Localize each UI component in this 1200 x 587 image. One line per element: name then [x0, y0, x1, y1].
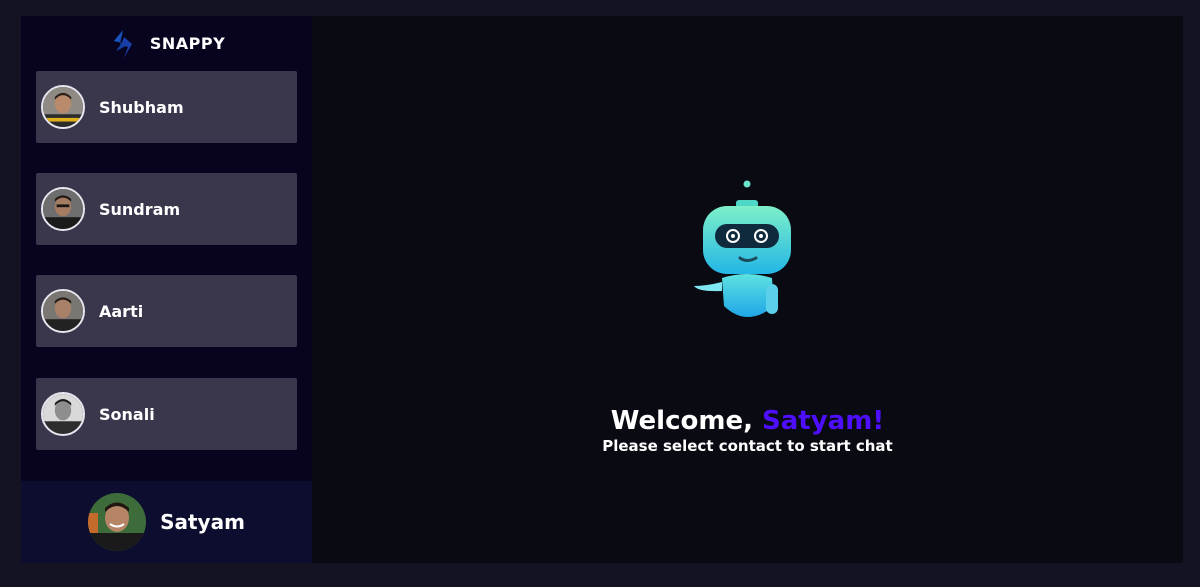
current-user: Satyam [21, 481, 312, 563]
welcome-subtitle: Please select contact to start chat [602, 437, 893, 455]
contact-item-sundram[interactable]: Sundram [36, 173, 297, 245]
snappy-logo-icon [113, 29, 132, 58]
avatar [41, 392, 85, 436]
avatar [41, 85, 85, 129]
robot-icon [694, 180, 791, 317]
current-user-name: Satyam [160, 510, 245, 534]
contact-item-sonali[interactable]: Sonali [36, 378, 297, 450]
contacts-sidebar: SNAPPY Shubham Sundram Aarti Sonali Saty… [21, 16, 312, 563]
brand: SNAPPY [21, 16, 312, 71]
contact-name: Aarti [99, 301, 144, 321]
contact-item-shubham[interactable]: Shubham [36, 71, 297, 143]
avatar-icon [43, 291, 83, 331]
contact-item-aarti[interactable]: Aarti [36, 275, 297, 347]
welcome-prefix: Welcome, [610, 406, 763, 436]
contact-name: Shubham [99, 97, 184, 117]
avatar-icon [88, 493, 147, 551]
contact-name: Sundram [99, 199, 181, 219]
avatar-icon [43, 87, 83, 127]
contact-name: Sonali [99, 404, 155, 424]
welcome-heading: Welcome, Satyam! [312, 406, 1183, 436]
brand-name: SNAPPY [149, 34, 226, 53]
chat-app: SNAPPY Shubham Sundram Aarti Sonali Saty… [21, 16, 1183, 563]
avatar-icon [43, 189, 83, 229]
avatar-icon [43, 394, 83, 434]
current-user-avatar [88, 493, 147, 551]
welcome-username: Satyam! [762, 406, 885, 436]
welcome-panel: Welcome, Satyam! Please select contact t… [312, 16, 1183, 563]
avatar [41, 289, 85, 333]
avatar [41, 187, 85, 231]
